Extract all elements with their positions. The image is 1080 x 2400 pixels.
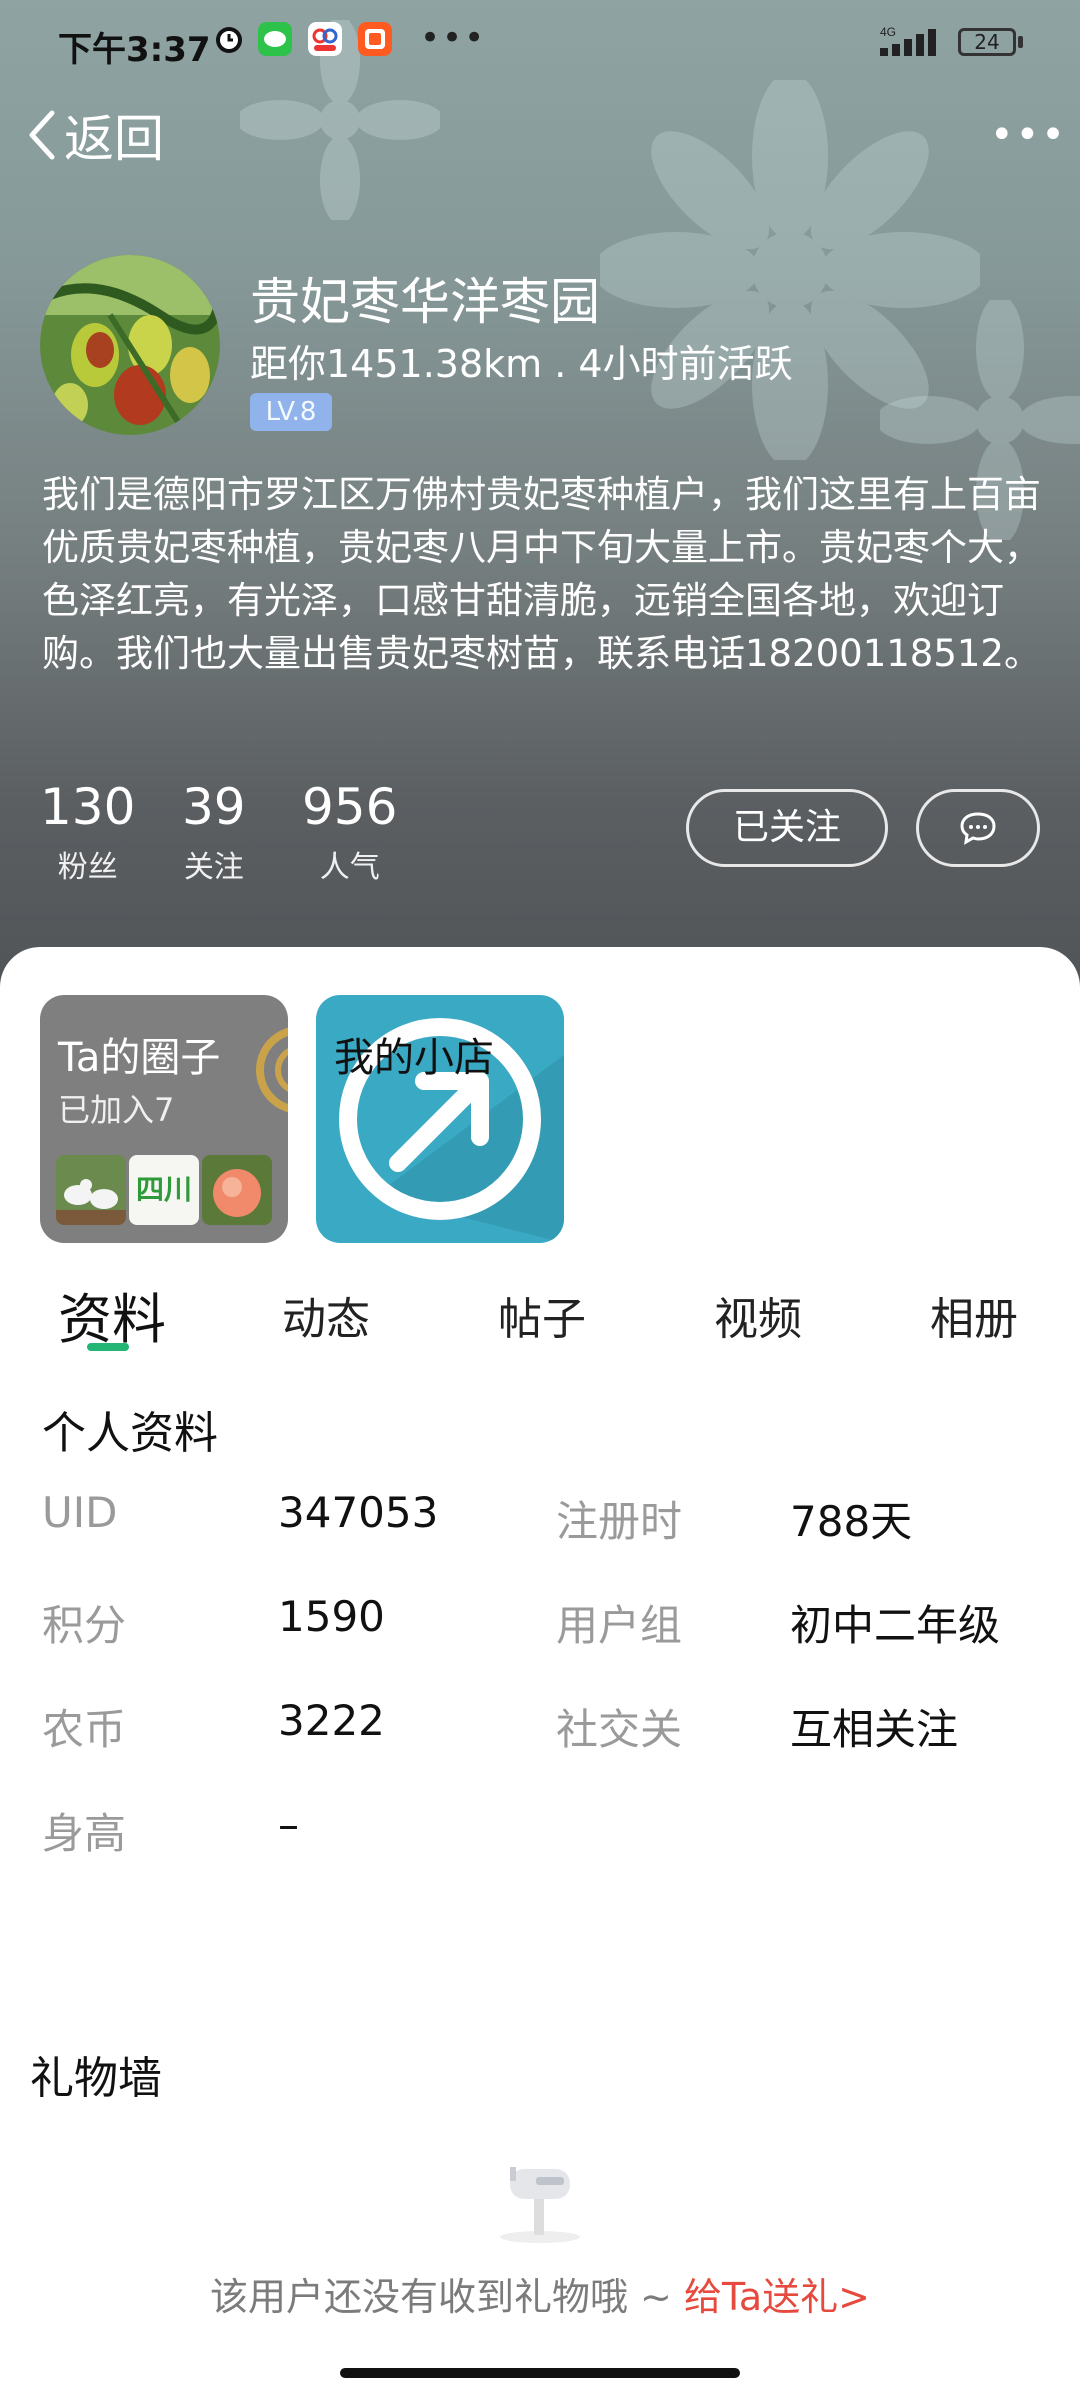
battery-icon: 24 <box>958 28 1016 56</box>
message-button[interactable] <box>916 789 1040 867</box>
battery-level: 24 <box>974 30 1000 54</box>
circle-thumb-peach <box>202 1155 272 1225</box>
wechat-icon <box>258 22 292 56</box>
info-value-registered: 788天 <box>790 1497 913 1546</box>
more-dots-icon: ••• <box>990 112 1067 158</box>
circles-card-title: Ta的圈子 <box>58 1035 221 1081</box>
status-more-icon: ••• <box>420 18 487 58</box>
info-label-social: 社交关 <box>556 1705 683 1754</box>
level-badge: LV.8 <box>250 393 332 431</box>
personal-info-title: 个人资料 <box>42 1408 218 1459</box>
info-value-height: – <box>278 1800 299 1849</box>
stat-popularity: 956 人气 <box>302 778 397 886</box>
home-indicator[interactable] <box>340 2368 740 2378</box>
back-label: 返回 <box>64 110 164 168</box>
active-tab-indicator <box>87 1343 129 1351</box>
circle-thumb-ducks <box>56 1155 126 1225</box>
status-bar: 下午3:37 ••• 4G 24 <box>0 0 1080 90</box>
stat-fans-value: 130 <box>40 778 136 836</box>
circle-thumb-sichuan: 四川 <box>129 1155 199 1225</box>
tab-activity[interactable]: 动态 <box>282 1283 370 1347</box>
back-button[interactable]: 返回 <box>24 100 164 170</box>
empty-mailbox-icon <box>500 2167 580 2243</box>
tab-videos[interactable]: 视频 <box>714 1283 802 1347</box>
info-label-user-group: 用户组 <box>556 1601 683 1650</box>
tab-posts[interactable]: 帖子 <box>498 1283 586 1347</box>
info-label-height: 身高 <box>42 1809 127 1858</box>
info-value-user-group: 初中二年级 <box>790 1601 1001 1650</box>
info-label-coins: 农币 <box>42 1705 127 1754</box>
my-shop-card[interactable]: 我的小店 <box>316 995 564 1243</box>
stat-popularity-value: 956 <box>302 778 398 836</box>
info-label-registered: 注册时 <box>556 1497 683 1546</box>
stat-popularity-label: 人气 <box>319 850 380 885</box>
stat-fans[interactable]: 130 粉丝 <box>40 778 135 886</box>
stat-fans-label: 粉丝 <box>57 850 118 885</box>
alarm-icon <box>216 27 242 53</box>
my-shop-card-title: 我的小店 <box>334 1035 494 1081</box>
info-value-social: 互相关注 <box>790 1705 959 1754</box>
jingdong-icon <box>308 22 342 56</box>
profile-tabs: 资料 动态 帖子 视频 相册 <box>0 1265 1080 1355</box>
circle-decoration-icon <box>256 1027 288 1113</box>
circles-card[interactable]: Ta的圈子 已加入7 四川 <box>40 995 288 1243</box>
chat-bubble-icon <box>960 812 996 845</box>
avatar[interactable] <box>40 255 220 435</box>
tab-album[interactable]: 相册 <box>930 1283 1018 1347</box>
info-label-uid: UID <box>42 1488 118 1537</box>
info-value-uid: 347053 <box>278 1488 439 1537</box>
stat-following-value: 39 <box>182 778 246 836</box>
info-value-coins: 3222 <box>278 1696 385 1745</box>
svg-text:4G: 4G <box>880 26 896 39</box>
battery-tip <box>1018 36 1023 48</box>
stat-following-label: 关注 <box>183 850 244 885</box>
profile-distance-activity: 距你1451.38km . 4小时前活跃 <box>250 342 793 386</box>
gift-wall-title: 礼物墙 <box>30 2053 162 2104</box>
gift-empty-text: 该用户还没有收到礼物哦 ~ <box>209 2275 684 2319</box>
avatar-image <box>40 255 220 435</box>
signal-icon: 4G <box>880 26 936 56</box>
profile-bio: 我们是德阳市罗江区万佛村贵妃枣种植户，我们这里有上百亩优质贵妃枣种植，贵妃枣八月… <box>42 473 1041 675</box>
follow-button[interactable]: 已关注 <box>686 789 888 867</box>
profile-name: 贵妃枣华洋枣园 <box>250 273 600 331</box>
stat-following[interactable]: 39 关注 <box>182 778 246 886</box>
more-options-button[interactable]: ••• <box>990 112 1067 158</box>
circles-card-subtitle: 已加入7 <box>58 1091 175 1129</box>
taobao-icon <box>358 22 392 56</box>
info-value-points: 1590 <box>278 1592 385 1641</box>
info-label-points: 积分 <box>42 1601 127 1650</box>
send-gift-link[interactable]: 给Ta送礼> <box>684 2275 870 2319</box>
status-time: 下午3:37 <box>58 30 211 70</box>
chevron-left-icon <box>29 110 55 160</box>
gift-empty-message: 该用户还没有收到礼物哦 ~ 给Ta送礼> <box>0 2266 1080 2321</box>
